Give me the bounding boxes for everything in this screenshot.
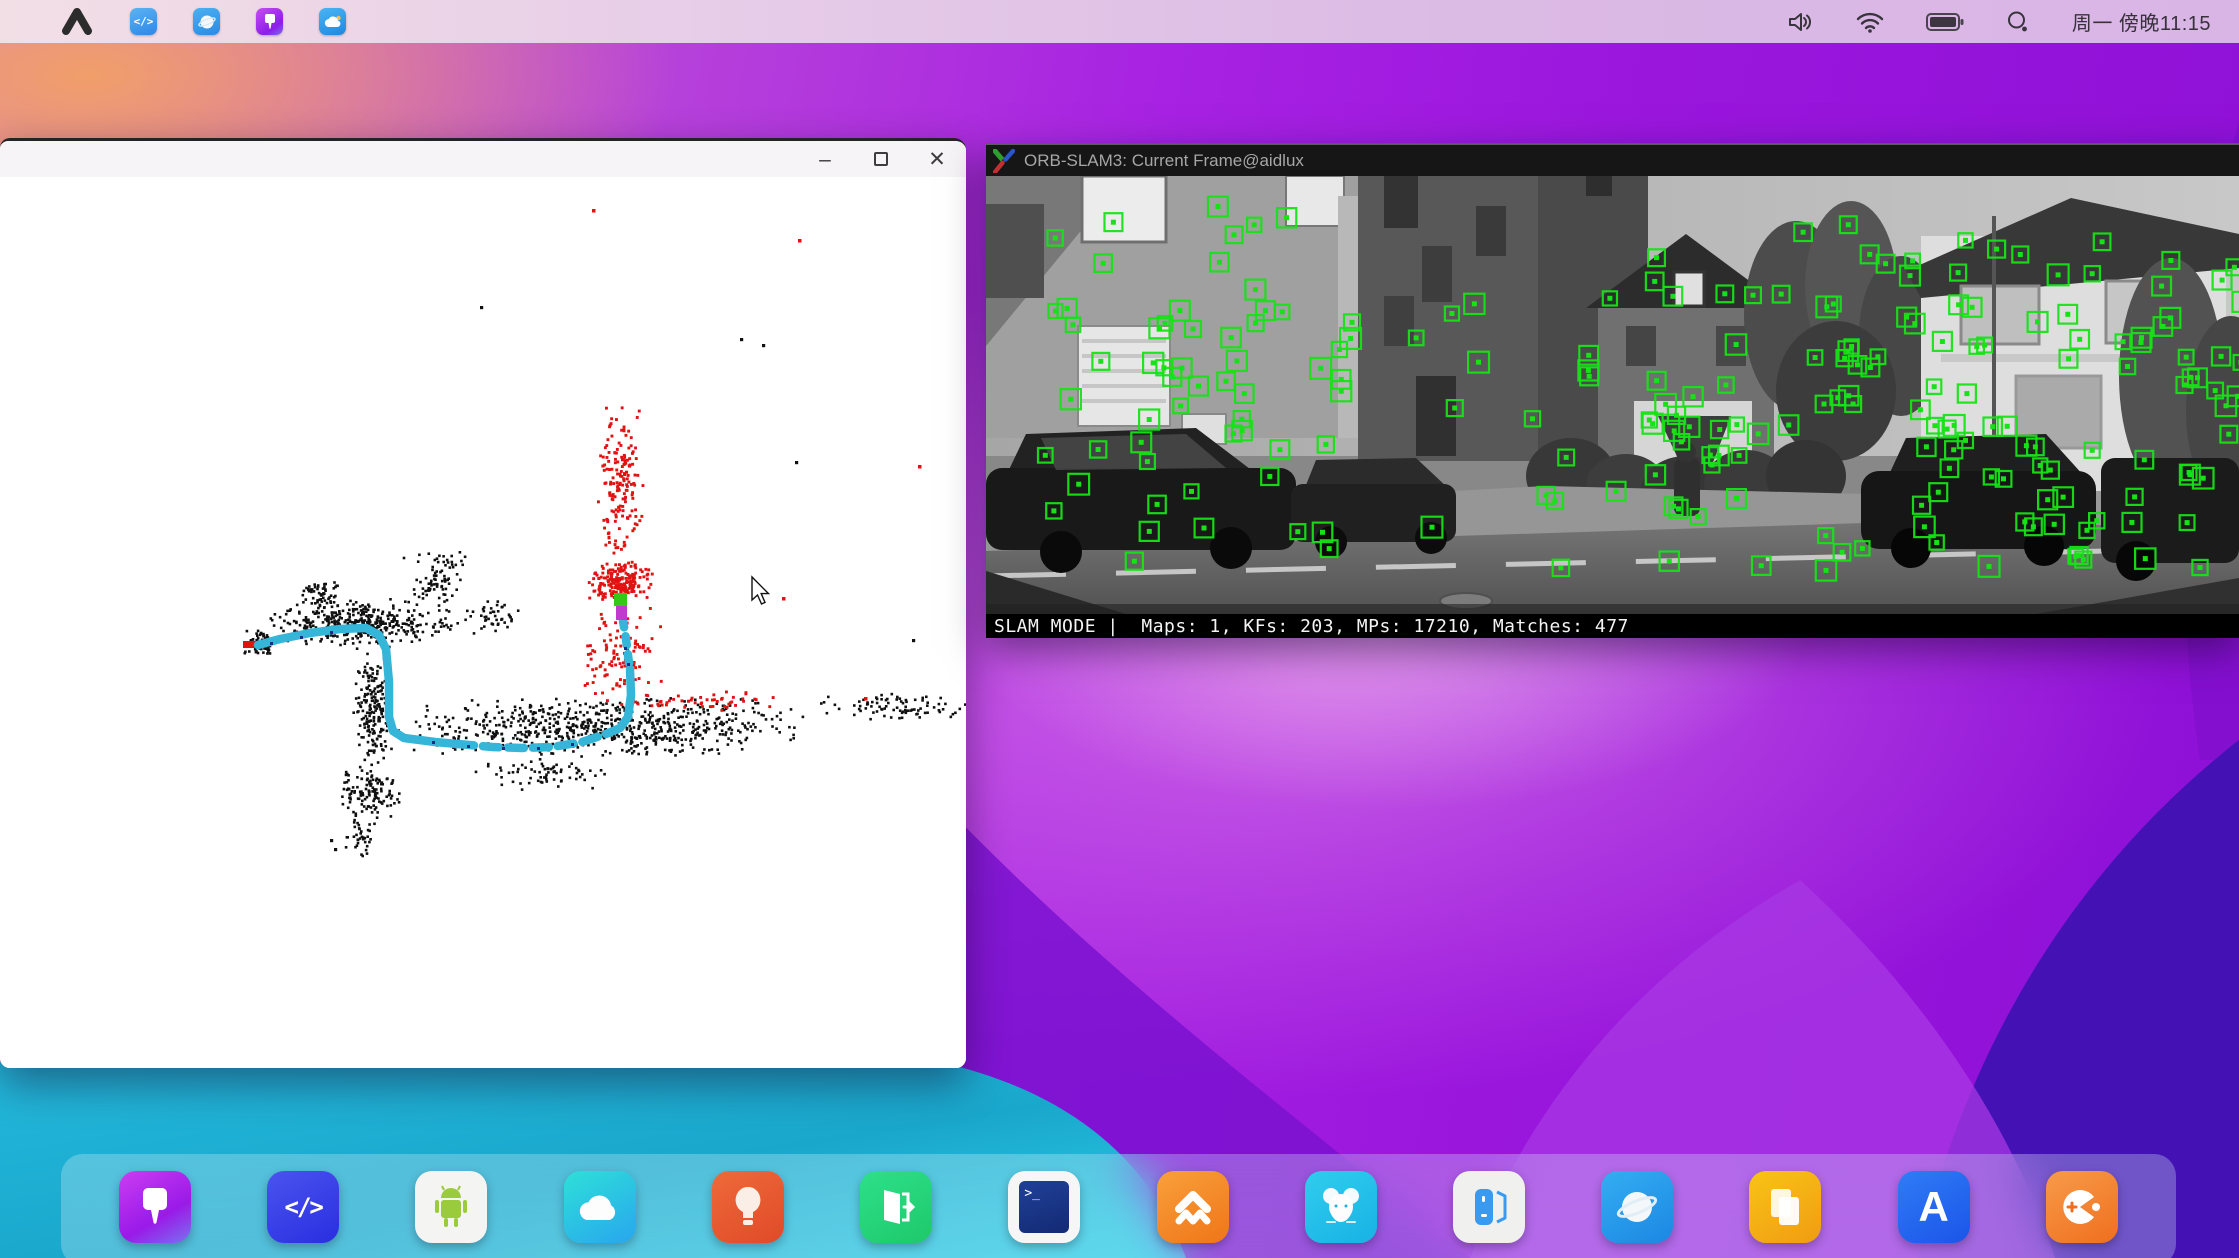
mouse-glyph bbox=[1319, 1186, 1363, 1228]
map-window-titlebar[interactable]: – ✕ bbox=[0, 141, 966, 177]
files-app-icon[interactable] bbox=[1749, 1171, 1821, 1243]
x11-icon bbox=[993, 149, 1015, 173]
phone-mirror-glyph bbox=[1467, 1184, 1511, 1230]
dock: </> bbox=[61, 1154, 2176, 1258]
browser-app-icon[interactable] bbox=[1601, 1171, 1673, 1243]
cloud-glyph bbox=[323, 14, 343, 30]
terminal-screen: >_ bbox=[1019, 1181, 1069, 1233]
dock-items: </> bbox=[61, 1171, 2176, 1243]
code-glyph: </> bbox=[285, 1193, 322, 1221]
desktop-screen: { "menu_bar": { "clock": "周一 傍晚11:15", "… bbox=[0, 0, 2239, 1258]
paint-app-icon[interactable] bbox=[119, 1171, 191, 1243]
slam-map-canvas[interactable] bbox=[0, 177, 966, 1068]
minimize-button[interactable]: – bbox=[814, 148, 836, 170]
paintbrush-glyph bbox=[138, 1186, 172, 1228]
slam-status-bar: SLAM MODE | Maps: 1, KFs: 203, MPs: 1721… bbox=[986, 614, 2239, 638]
game-glyph bbox=[2060, 1187, 2104, 1227]
close-button[interactable]: ✕ bbox=[926, 148, 948, 170]
planet-glyph bbox=[1615, 1185, 1659, 1229]
weather-icon[interactable] bbox=[319, 8, 346, 35]
mouse-app-icon[interactable] bbox=[1305, 1171, 1377, 1243]
slam-status-text: SLAM MODE | Maps: 1, KFs: 203, MPs: 1721… bbox=[994, 616, 1629, 637]
menu-bar: </> bbox=[0, 0, 2239, 43]
door-exit-glyph bbox=[876, 1186, 916, 1228]
orbslam-titlebar[interactable]: ORB-SLAM3: Current Frame@aidlux bbox=[986, 145, 2239, 176]
double-chevron-glyph bbox=[1171, 1187, 1215, 1227]
code-app-icon[interactable]: </> bbox=[267, 1171, 339, 1243]
files-glyph bbox=[1765, 1185, 1805, 1229]
cloud-glyph bbox=[577, 1190, 623, 1224]
games-app-icon[interactable] bbox=[2046, 1171, 2118, 1243]
aidlearn-app-icon[interactable] bbox=[1157, 1171, 1229, 1243]
maximize-glyph bbox=[874, 152, 888, 166]
exit-app-icon[interactable] bbox=[860, 1171, 932, 1243]
feature-boxes-overlay bbox=[986, 176, 2239, 614]
aidlux-logo-icon[interactable] bbox=[60, 7, 94, 37]
terminal-app-icon[interactable]: >_ bbox=[1008, 1171, 1080, 1243]
code-icon[interactable]: </> bbox=[130, 8, 157, 35]
paint-icon[interactable] bbox=[256, 8, 283, 35]
android-glyph bbox=[430, 1184, 472, 1230]
volume-icon[interactable] bbox=[1788, 11, 1814, 33]
screen-mirror-app-icon[interactable] bbox=[1453, 1171, 1525, 1243]
mouse-cursor bbox=[752, 577, 769, 604]
browser-icon[interactable] bbox=[193, 8, 220, 35]
planet-glyph bbox=[198, 13, 216, 31]
paintbrush-glyph bbox=[262, 13, 278, 31]
aidlux-a-glyph: A bbox=[1918, 1183, 1948, 1231]
orbslam-window-title: ORB-SLAM3: Current Frame@aidlux bbox=[1024, 151, 1304, 171]
camera-frame bbox=[986, 176, 2239, 614]
wifi-icon[interactable] bbox=[1856, 11, 1884, 33]
point-cloud-map bbox=[0, 177, 966, 1068]
maximize-button[interactable] bbox=[870, 148, 892, 170]
search-icon[interactable] bbox=[2006, 10, 2030, 34]
orbslam-window: ORB-SLAM3: Current Frame@aidlux bbox=[986, 143, 2239, 636]
map-viewer-window: – ✕ bbox=[0, 138, 966, 1068]
lightbulb-glyph bbox=[733, 1185, 763, 1229]
terminal-glyph: >_ bbox=[1024, 1186, 1040, 1228]
bulb-app-icon[interactable] bbox=[712, 1171, 784, 1243]
android-app-icon[interactable] bbox=[415, 1171, 487, 1243]
aidlux-app-icon[interactable]: A bbox=[1898, 1171, 1970, 1243]
menu-clock[interactable]: 周一 傍晚11:15 bbox=[2072, 7, 2211, 36]
battery-icon[interactable] bbox=[1926, 12, 1964, 32]
cloud-app-icon[interactable] bbox=[564, 1171, 636, 1243]
